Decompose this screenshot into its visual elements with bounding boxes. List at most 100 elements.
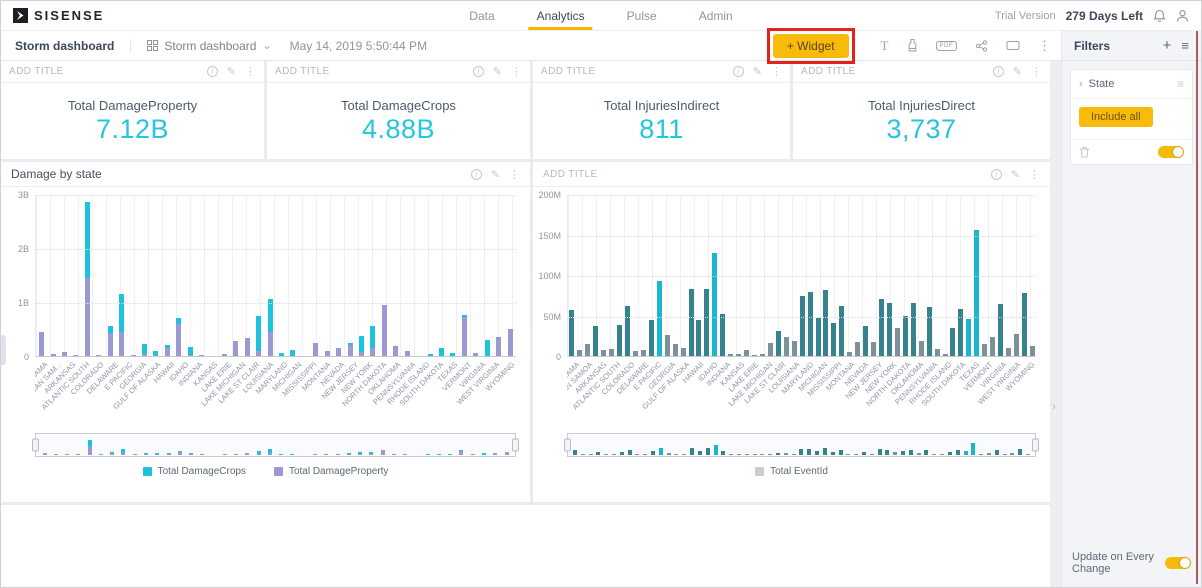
bar[interactable]	[196, 195, 207, 356]
pdf-export-icon[interactable]: PDF	[935, 40, 957, 51]
edit-icon[interactable]: ✎	[493, 65, 502, 78]
edit-icon[interactable]: ✎	[753, 65, 762, 78]
tv-mode-icon[interactable]	[1006, 40, 1020, 52]
share-icon[interactable]	[975, 39, 988, 52]
bar[interactable]	[47, 195, 58, 356]
bar[interactable]	[150, 195, 161, 356]
filters-menu-icon[interactable]: ≡	[1181, 38, 1189, 53]
bar[interactable]	[242, 195, 253, 356]
bar[interactable]	[379, 195, 390, 356]
bar[interactable]	[447, 195, 458, 356]
expand-chevron-icon[interactable]: ›	[1079, 78, 1083, 90]
widget-title[interactable]: ADD TITLE	[541, 66, 596, 77]
bar[interactable]	[470, 195, 481, 356]
bar[interactable]	[424, 195, 435, 356]
info-icon[interactable]: i	[206, 66, 218, 77]
bar[interactable]	[390, 195, 401, 356]
widget-title[interactable]: ADD TITLE	[275, 66, 330, 77]
info-icon[interactable]: i	[992, 66, 1004, 77]
bar[interactable]	[127, 195, 138, 356]
tab-data[interactable]: Data	[469, 1, 494, 30]
menu-dots-icon[interactable]: ⋮	[1031, 65, 1042, 78]
bar[interactable]	[402, 195, 413, 356]
bar[interactable]	[230, 195, 241, 356]
bar[interactable]	[481, 195, 492, 356]
left-edge-handle[interactable]	[1, 335, 6, 365]
bar[interactable]	[276, 195, 287, 356]
navigator-handle-right[interactable]	[512, 438, 519, 452]
bar[interactable]	[173, 195, 184, 356]
bell-icon[interactable]	[1153, 9, 1166, 23]
legend-item-damagecrops[interactable]: Total DamageCrops	[142, 466, 246, 477]
widget-title[interactable]: ADD TITLE	[9, 66, 64, 77]
sisense-logo[interactable]: SISENSE	[13, 8, 104, 23]
navigator-handle-right[interactable]	[1032, 438, 1039, 452]
widget-title[interactable]: ADD TITLE	[543, 169, 598, 180]
drag-handle-icon[interactable]: ≡	[1177, 77, 1184, 91]
widget-title[interactable]: Damage by state	[11, 167, 102, 181]
bar[interactable]	[367, 195, 378, 356]
tab-pulse[interactable]: Pulse	[627, 1, 657, 30]
bar[interactable]	[493, 195, 504, 356]
bar[interactable]	[436, 195, 447, 356]
navigator-handle-left[interactable]	[564, 438, 571, 452]
bar[interactable]	[184, 195, 195, 356]
bar[interactable]	[219, 195, 230, 356]
bar[interactable]	[162, 195, 173, 356]
text-widget-icon[interactable]: T	[881, 38, 889, 54]
info-icon[interactable]: i	[990, 168, 1002, 180]
user-icon[interactable]	[1176, 9, 1189, 23]
edit-icon[interactable]: ✎	[227, 65, 236, 78]
bar[interactable]	[287, 195, 298, 356]
menu-dots-icon[interactable]: ⋮	[771, 65, 782, 78]
info-icon[interactable]: i	[472, 66, 484, 77]
bar[interactable]	[207, 195, 218, 356]
menu-dots-icon[interactable]: ⋮	[245, 65, 256, 78]
bar[interactable]	[105, 195, 116, 356]
bar[interactable]	[299, 195, 310, 356]
menu-dots-icon[interactable]: ⋮	[511, 65, 522, 78]
add-widget-button[interactable]: + Widget	[772, 33, 849, 58]
bar[interactable]	[253, 195, 264, 356]
bar[interactable]	[504, 195, 515, 356]
edit-icon[interactable]: ✎	[1013, 65, 1022, 78]
bar[interactable]	[413, 195, 424, 356]
edit-icon[interactable]: ✎	[1011, 168, 1020, 181]
more-options-icon[interactable]: ⋮	[1038, 38, 1051, 54]
bar[interactable]	[70, 195, 81, 356]
dashboard-selector[interactable]: Storm dashboard ⌄	[147, 39, 272, 53]
trash-icon[interactable]	[1079, 146, 1090, 158]
collapse-filters-handle[interactable]: ›	[1052, 399, 1056, 413]
bar[interactable]	[344, 195, 355, 356]
bar[interactable]	[322, 195, 333, 356]
add-filter-icon[interactable]: +	[1163, 37, 1172, 54]
legend-item-damageproperty[interactable]: Total DamageProperty	[273, 466, 388, 477]
menu-dots-icon[interactable]: ⋮	[509, 168, 520, 181]
tab-admin[interactable]: Admin	[699, 1, 733, 30]
chart-navigator[interactable]	[564, 433, 1039, 457]
legend-item-eventid[interactable]: Total EventId	[755, 466, 828, 477]
bar[interactable]	[264, 195, 275, 356]
bar[interactable]	[459, 195, 470, 356]
tab-analytics[interactable]: Analytics	[528, 1, 593, 30]
bar[interactable]	[116, 195, 127, 356]
bar[interactable]	[310, 195, 321, 356]
bar[interactable]	[139, 195, 150, 356]
info-icon[interactable]: i	[732, 66, 744, 77]
bar[interactable]	[356, 195, 367, 356]
include-all-chip[interactable]: Include all	[1079, 107, 1153, 127]
filter-name[interactable]: State	[1089, 78, 1115, 90]
navigator-handle-left[interactable]	[32, 438, 39, 452]
bar[interactable]	[36, 195, 47, 356]
widget-title[interactable]: ADD TITLE	[801, 66, 856, 77]
edit-icon[interactable]: ✎	[491, 168, 500, 181]
bar[interactable]	[93, 195, 104, 356]
filter-toggle[interactable]	[1158, 146, 1184, 158]
menu-dots-icon[interactable]: ⋮	[1029, 168, 1040, 181]
chart-navigator[interactable]	[32, 433, 519, 457]
design-theme-icon[interactable]	[907, 39, 918, 52]
bar[interactable]	[82, 195, 93, 356]
bar[interactable]	[333, 195, 344, 356]
info-icon[interactable]: i	[470, 168, 482, 180]
bar[interactable]	[59, 195, 70, 356]
